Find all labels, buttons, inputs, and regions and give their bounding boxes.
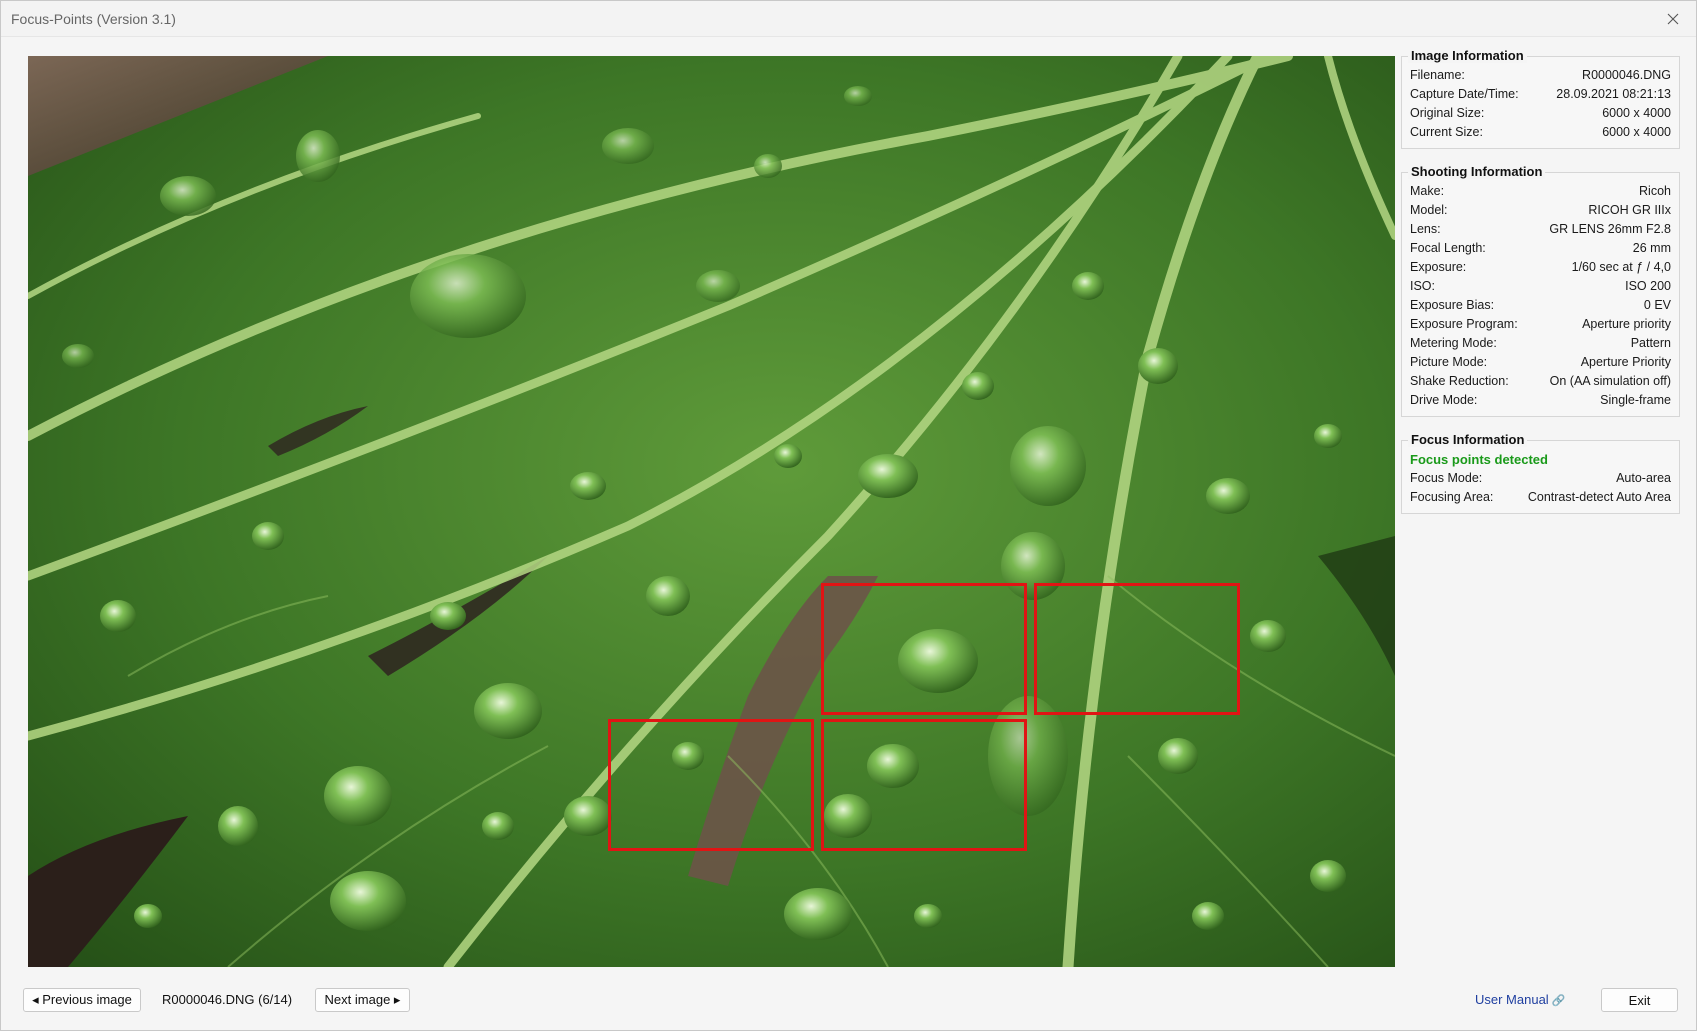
info-label: Lens: <box>1410 222 1441 236</box>
info-label: Model: <box>1410 203 1448 217</box>
info-value: R0000046.DNG <box>1582 68 1671 82</box>
image-information-group: Image Information Filename: R0000046.DNG … <box>1401 48 1680 149</box>
info-panel: Image Information Filename: R0000046.DNG … <box>1401 48 1680 537</box>
info-row: Focusing Area: Contrast-detect Auto Area <box>1410 488 1671 507</box>
previous-image-button[interactable]: ◂ Previous image <box>23 988 141 1012</box>
info-row: Original Size: 6000 x 4000 <box>1410 104 1671 123</box>
info-label: Filename: <box>1410 68 1465 82</box>
info-label: Make: <box>1410 184 1445 198</box>
info-label: Shake Reduction: <box>1410 374 1509 388</box>
focus-point-box <box>1034 583 1240 715</box>
info-row: Filename: R0000046.DNG <box>1410 66 1671 85</box>
shooting-information-group: Shooting Information Make: Ricoh Model: RI… <box>1401 164 1680 417</box>
info-value: Pattern <box>1630 336 1671 350</box>
next-image-button[interactable]: Next image ▸ <box>315 988 410 1012</box>
info-value: GR LENS 26mm F2.8 <box>1549 222 1671 236</box>
info-label: Focus Mode: <box>1410 471 1483 485</box>
user-manual-label: User Manual <box>1475 992 1549 1007</box>
info-value: Ricoh <box>1639 184 1671 198</box>
info-row: Model: RICOH GR IIIx <box>1410 201 1671 220</box>
info-label: Focal Length: <box>1410 241 1486 255</box>
photo-viewer <box>28 56 1395 967</box>
info-row: Exposure Program: Aperture priority <box>1410 315 1671 334</box>
info-label: Exposure Program: <box>1410 317 1518 331</box>
close-button[interactable] <box>1650 1 1696 37</box>
info-value: Aperture Priority <box>1580 355 1671 369</box>
info-row: Focus Mode: Auto-area <box>1410 469 1671 488</box>
info-value: Contrast-detect Auto Area <box>1527 490 1671 504</box>
info-label: Focusing Area: <box>1410 490 1494 504</box>
focus-point-box <box>608 719 814 851</box>
info-value: Aperture priority <box>1582 317 1671 331</box>
info-label: Original Size: <box>1410 106 1485 120</box>
info-value: 6000 x 4000 <box>1602 125 1671 139</box>
exit-button[interactable]: Exit <box>1601 988 1678 1012</box>
info-value: 28.09.2021 08:21:13 <box>1556 87 1671 101</box>
info-value: 6000 x 4000 <box>1602 106 1671 120</box>
info-label: Metering Mode: <box>1410 336 1497 350</box>
app-window: Focus-Points (Version 3.1) Image Informa… <box>0 0 1697 1031</box>
focus-information-group: Focus Information Focus points detected … <box>1401 432 1680 514</box>
focus-point-box <box>821 719 1027 851</box>
info-row: Capture Date/Time: 28.09.2021 08:21:13 <box>1410 85 1671 104</box>
info-value: 26 mm <box>1632 241 1671 255</box>
info-label: Picture Mode: <box>1410 355 1488 369</box>
info-value: RICOH GR IIIx <box>1588 203 1671 217</box>
info-value: 0 EV <box>1643 298 1671 312</box>
info-value: ISO 200 <box>1625 279 1671 293</box>
info-label: Current Size: <box>1410 125 1483 139</box>
info-label: Capture Date/Time: <box>1410 87 1519 101</box>
info-label: Exposure: <box>1410 260 1467 274</box>
info-row: Current Size: 6000 x 4000 <box>1410 123 1671 142</box>
title-bar: Focus-Points (Version 3.1) <box>1 1 1696 37</box>
group-title: Focus Information <box>1408 432 1528 447</box>
external-link-icon: 🔗 <box>1551 995 1566 1007</box>
focus-point-box <box>821 583 1027 715</box>
group-title: Shooting Information <box>1408 164 1546 179</box>
info-value: 1/60 sec at ƒ / 4,0 <box>1571 260 1671 274</box>
info-row: Exposure: 1/60 sec at ƒ / 4,0 <box>1410 258 1671 277</box>
info-row: Shake Reduction: On (AA simulation off) <box>1410 372 1671 391</box>
bottom-bar: ◂ Previous image R0000046.DNG (6/14) Nex… <box>1 967 1696 1031</box>
info-row: ISO: ISO 200 <box>1410 277 1671 296</box>
close-icon <box>1667 13 1679 25</box>
window-title: Focus-Points (Version 3.1) <box>11 11 176 27</box>
image-counter: R0000046.DNG (6/14) <box>162 992 293 1007</box>
info-value: Single-frame <box>1600 393 1671 407</box>
info-value: On (AA simulation off) <box>1549 374 1671 388</box>
info-value: Auto-area <box>1616 471 1671 485</box>
info-row: Drive Mode: Single-frame <box>1410 391 1671 410</box>
info-row: Exposure Bias: 0 EV <box>1410 296 1671 315</box>
info-row: Make: Ricoh <box>1410 182 1671 201</box>
info-label: Exposure Bias: <box>1410 298 1495 312</box>
info-row: Lens: GR LENS 26mm F2.8 <box>1410 220 1671 239</box>
info-row: Metering Mode: Pattern <box>1410 334 1671 353</box>
info-label: ISO: <box>1410 279 1436 293</box>
info-label: Drive Mode: <box>1410 393 1478 407</box>
user-manual-link[interactable]: User Manual 🔗 <box>1475 992 1565 1007</box>
focus-status: Focus points detected <box>1410 452 1548 467</box>
info-row: Picture Mode: Aperture Priority <box>1410 353 1671 372</box>
group-title: Image Information <box>1408 48 1527 63</box>
info-row: Focal Length: 26 mm <box>1410 239 1671 258</box>
